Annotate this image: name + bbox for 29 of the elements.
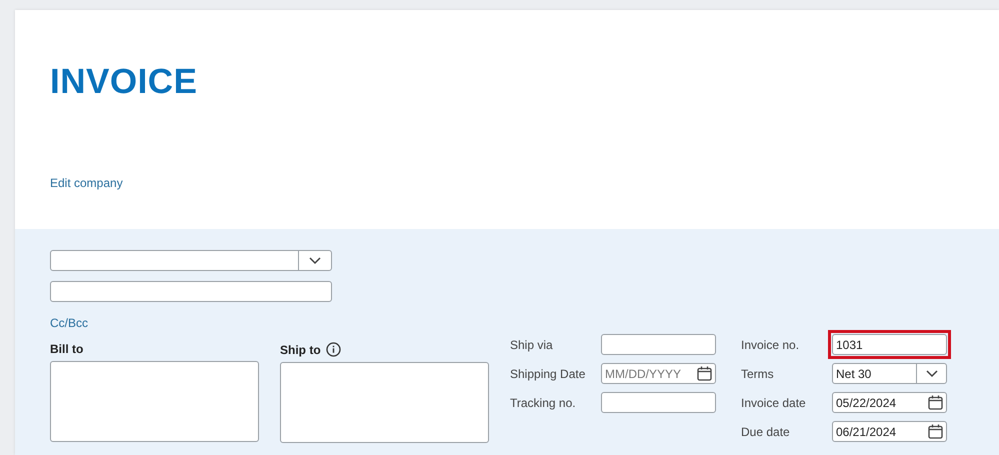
caret-icon	[309, 256, 321, 264]
calendar-icon[interactable]	[928, 424, 943, 439]
text-field[interactable]	[601, 334, 716, 355]
calendar-icon[interactable]	[697, 366, 712, 381]
edit-company-link[interactable]: Edit company	[50, 176, 964, 190]
invoice-title: INVOICE	[50, 62, 198, 102]
cc-bcc-link[interactable]: Cc/Bcc	[50, 316, 964, 330]
bill-to-field[interactable]	[50, 361, 259, 442]
text-field[interactable]	[601, 392, 716, 413]
email-field[interactable]	[50, 281, 332, 302]
info-icon[interactable]	[326, 342, 341, 357]
ship-to-label: Ship to	[280, 342, 321, 356]
calendar-icon[interactable]	[928, 395, 943, 410]
date-field[interactable]: MM/DD/YYYY	[601, 363, 716, 384]
caret-icon	[926, 370, 938, 378]
date-field[interactable]: 05/22/2024	[832, 392, 947, 413]
field-label: Terms	[741, 366, 775, 380]
date-field[interactable]: 06/21/2024	[832, 421, 947, 442]
field-label: Invoice no.	[741, 338, 800, 352]
bill-to-label: Bill to	[50, 342, 84, 356]
customer-dropdown[interactable]	[50, 250, 332, 271]
field-label: Ship via	[510, 338, 554, 352]
ship-to-field[interactable]	[280, 362, 489, 443]
field-label: Shipping Date	[510, 366, 586, 380]
field-label: Invoice date	[741, 396, 807, 410]
field-label: Tracking no.	[510, 396, 577, 410]
field-label: Due date	[741, 424, 791, 438]
text-field[interactable]: 1031	[832, 334, 947, 355]
terms-dropdown[interactable]: Net 30	[832, 363, 947, 384]
